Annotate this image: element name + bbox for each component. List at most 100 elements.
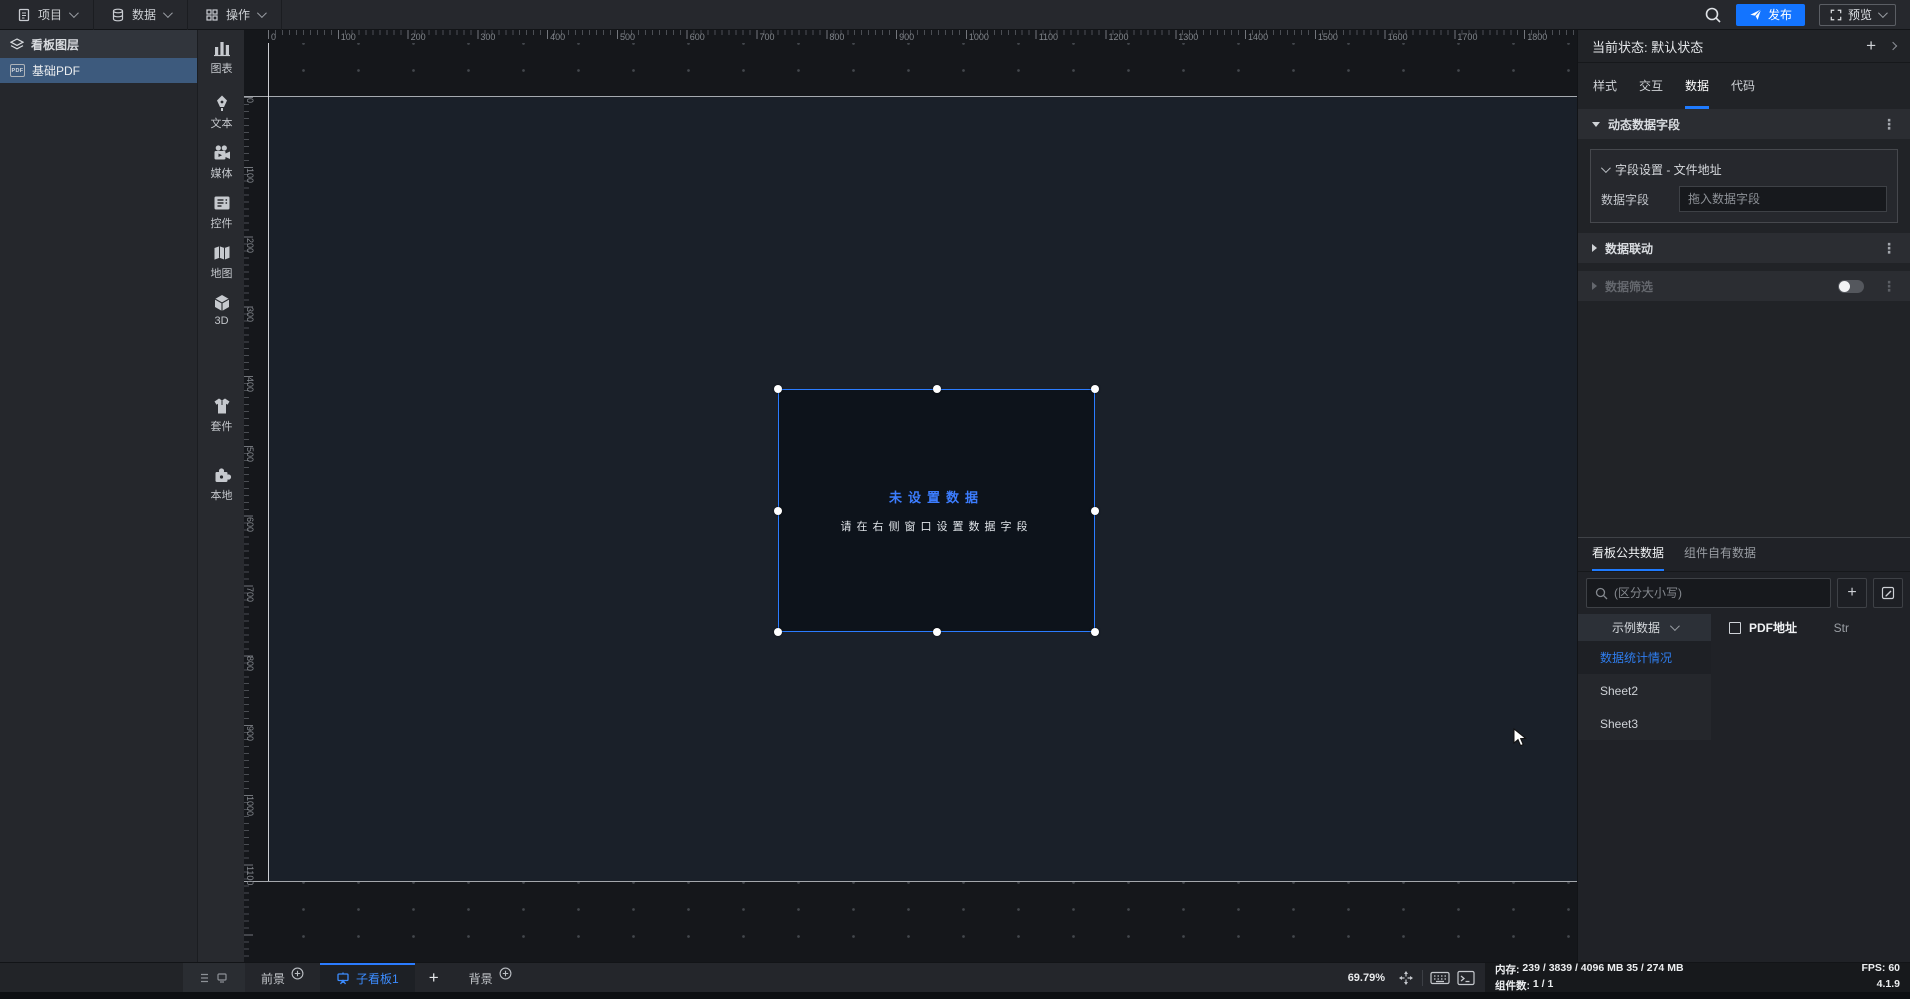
dock-item-label: 本地 bbox=[210, 490, 233, 502]
ruler-label: 500 bbox=[245, 446, 255, 462]
resize-handle[interactable] bbox=[1091, 385, 1099, 393]
dock-item-label: 媒体 bbox=[210, 168, 233, 180]
chevron-down-icon bbox=[257, 8, 267, 19]
dock-item-local[interactable]: 本地 bbox=[198, 465, 245, 503]
keyboard-icon[interactable] bbox=[1430, 970, 1450, 986]
pen-nib-icon bbox=[216, 95, 227, 111]
publish-button[interactable]: 发布 bbox=[1735, 3, 1805, 26]
sheet-source-dropdown[interactable]: 示例数据 bbox=[1578, 614, 1711, 641]
tab-foreground[interactable]: 前景 bbox=[245, 963, 320, 992]
ruler-label: 1800 bbox=[1527, 32, 1548, 42]
add-circle-icon[interactable] bbox=[291, 967, 304, 980]
sheet-tab[interactable]: 数据统计情况 bbox=[1578, 641, 1711, 674]
tab-board-public-data[interactable]: 看板公共数据 bbox=[1592, 544, 1665, 571]
sheet-tab[interactable]: Sheet2 bbox=[1578, 674, 1711, 707]
ruler-label: 400 bbox=[550, 32, 566, 42]
resize-handle[interactable] bbox=[1091, 506, 1099, 515]
field-checkbox[interactable] bbox=[1729, 621, 1741, 634]
ruler-label: 1600 bbox=[1387, 32, 1408, 42]
tab-subboard-1[interactable]: 子看板1 bbox=[320, 963, 415, 992]
dock-item-charts[interactable]: 图表 bbox=[198, 38, 245, 76]
search-icon[interactable] bbox=[1704, 6, 1722, 24]
dock-item-widgets[interactable]: 控件 bbox=[198, 193, 245, 231]
section-title: 数据联动 bbox=[1605, 241, 1654, 256]
add-subboard-button[interactable]: + bbox=[415, 963, 453, 992]
preview-button[interactable]: 预览 bbox=[1818, 3, 1896, 26]
zoom-level[interactable]: 69.79% bbox=[1348, 963, 1385, 992]
kebab-menu-icon[interactable]: ⋮ bbox=[1882, 278, 1896, 295]
top-menu-bar: 项目 数据 操作 发布 预览 bbox=[0, 0, 1910, 30]
kebab-menu-icon[interactable]: ⋮ bbox=[1882, 116, 1896, 133]
add-circle-icon[interactable] bbox=[499, 967, 512, 980]
puzzle-icon bbox=[215, 468, 231, 482]
resize-handle[interactable] bbox=[774, 628, 782, 636]
inspector-tab[interactable]: 样式 bbox=[1593, 63, 1617, 109]
tab-component-own-data[interactable]: 组件自有数据 bbox=[1684, 544, 1756, 571]
menu-data[interactable]: 数据 bbox=[94, 0, 189, 30]
dock-item-label: 3D bbox=[214, 315, 229, 327]
board-small-icon[interactable] bbox=[216, 972, 228, 984]
ruler-label: 300 bbox=[245, 307, 255, 323]
selected-component-pdf[interactable]: 未设置数据 请在右侧窗口设置数据字段 bbox=[774, 385, 1099, 636]
menu-actions[interactable]: 操作 bbox=[188, 0, 283, 30]
menu-project[interactable]: 项目 bbox=[0, 0, 95, 30]
divider bbox=[1422, 969, 1423, 986]
map-icon bbox=[214, 246, 229, 260]
inspector-tabs: 样式 交互 数据 代码 bbox=[1578, 63, 1910, 109]
ruler-label: 1000 bbox=[968, 32, 989, 42]
section-data-filter[interactable]: 数据筛选 ⋮ bbox=[1578, 271, 1910, 301]
chevron-right-icon[interactable] bbox=[1888, 41, 1898, 51]
inspector-tab[interactable]: 数据 bbox=[1685, 63, 1710, 109]
triangle-right-icon bbox=[1592, 244, 1597, 252]
empty-data-hint: 请在右侧窗口设置数据字段 bbox=[840, 521, 1033, 533]
ruler-label: 900 bbox=[245, 726, 255, 742]
inspector-tab[interactable]: 代码 bbox=[1731, 63, 1755, 109]
resize-handle[interactable] bbox=[932, 385, 941, 393]
data-field-row[interactable]: PDF地址 Str bbox=[1711, 614, 1910, 641]
dock-item-3d[interactable]: 3D bbox=[198, 293, 245, 327]
ruler-label: 1100 bbox=[1038, 32, 1059, 42]
add-data-button[interactable]: + bbox=[1837, 578, 1867, 608]
edit-data-button[interactable] bbox=[1873, 578, 1903, 608]
data-search-box[interactable] bbox=[1586, 578, 1831, 608]
resize-handle[interactable] bbox=[774, 506, 782, 515]
components-label: 组件数: bbox=[1495, 980, 1530, 992]
design-canvas[interactable]: 0 100 200 300 400 500 600 700 800 900 1000 1100 1200… bbox=[244, 30, 1577, 962]
chevron-down-icon bbox=[1600, 162, 1611, 173]
data-search-input[interactable] bbox=[1614, 586, 1822, 600]
section-dynamic-fields[interactable]: 动态数据字段 ⋮ bbox=[1578, 109, 1910, 139]
video-camera-icon bbox=[214, 145, 230, 160]
field-settings-header[interactable]: 字段设置 - 文件地址 bbox=[1600, 158, 1887, 180]
kebab-menu-icon[interactable]: ⋮ bbox=[1882, 240, 1896, 257]
ruler-label: 0 bbox=[245, 98, 255, 104]
triangle-right-icon bbox=[1592, 282, 1597, 290]
current-state-row: 当前状态: 默认状态 + bbox=[1578, 30, 1910, 63]
resize-handle[interactable] bbox=[1091, 628, 1099, 636]
list-icon[interactable] bbox=[200, 972, 212, 984]
data-field-input[interactable] bbox=[1679, 186, 1887, 212]
dock-item-label: 套件 bbox=[210, 421, 233, 433]
add-state-button[interactable]: + bbox=[1866, 36, 1876, 56]
inspector-tab[interactable]: 交互 bbox=[1639, 63, 1663, 109]
tab-background[interactable]: 背景 bbox=[453, 963, 528, 992]
ruler-label: 700 bbox=[245, 586, 255, 602]
grid-icon bbox=[206, 8, 218, 21]
resize-handle[interactable] bbox=[774, 385, 782, 393]
pdf-file-icon: PDF bbox=[10, 64, 25, 77]
ruler-label: 1000 bbox=[245, 795, 255, 816]
resize-handle[interactable] bbox=[932, 628, 941, 636]
filter-toggle-off[interactable] bbox=[1838, 279, 1864, 293]
dock-item-media[interactable]: 媒体 bbox=[198, 143, 245, 181]
dock-item-text[interactable]: 文本 bbox=[198, 93, 245, 131]
dock-item-map[interactable]: 地图 bbox=[198, 243, 245, 281]
dock-item-label: 图表 bbox=[210, 63, 233, 75]
terminal-icon[interactable] bbox=[1457, 970, 1475, 986]
fit-screen-icon[interactable] bbox=[1397, 969, 1415, 987]
section-data-linkage[interactable]: 数据联动 ⋮ bbox=[1578, 233, 1910, 263]
data-panel-tabs: 看板公共数据 组件自有数据 bbox=[1578, 538, 1910, 572]
sheet-tab[interactable]: Sheet3 bbox=[1578, 707, 1711, 740]
ruler-label: 100 bbox=[245, 167, 255, 183]
layer-item-pdf[interactable]: PDF 基础PDF bbox=[0, 58, 197, 83]
dock-item-kit[interactable]: 套件 bbox=[198, 396, 245, 434]
toggle-knob bbox=[1839, 280, 1850, 292]
